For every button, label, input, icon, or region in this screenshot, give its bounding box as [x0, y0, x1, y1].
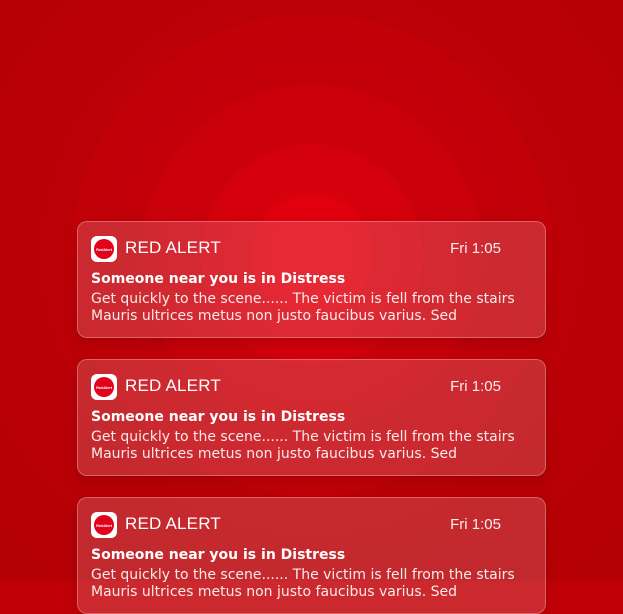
red-alert-logo-icon: RedAlert — [91, 236, 117, 262]
app-name: RED ALERT — [125, 376, 221, 395]
notification-card[interactable]: RedAlert RED ALERT Fri 1:05 Someone near… — [77, 221, 546, 338]
app-icon-text: RedAlert — [96, 246, 112, 252]
notification-time: Fri 1:05 — [450, 516, 501, 533]
notification-time: Fri 1:05 — [450, 240, 501, 257]
app-name: RED ALERT — [125, 514, 221, 533]
notification-body-line: Mauris ultrices metus non justo faucibus… — [91, 308, 457, 324]
notification-title: Someone near you is in Distress — [91, 271, 346, 287]
app-icon-text: RedAlert — [96, 522, 112, 528]
notification-body-line: Get quickly to the scene...... The victi… — [91, 291, 515, 307]
notification-card[interactable]: RedAlert RED ALERT Fri 1:05 Someone near… — [77, 359, 546, 476]
notification-body-line: Mauris ultrices metus non justo faucibus… — [91, 446, 457, 462]
notification-title: Someone near you is in Distress — [91, 547, 346, 563]
red-alert-logo-icon: RedAlert — [91, 374, 117, 400]
app-icon-text: RedAlert — [96, 384, 112, 390]
red-alert-logo-icon: RedAlert — [91, 512, 117, 538]
notification-body-line: Mauris ultrices metus non justo faucibus… — [91, 584, 457, 600]
app-name: RED ALERT — [125, 238, 221, 257]
notification-card[interactable]: RedAlert RED ALERT Fri 1:05 Someone near… — [77, 497, 546, 614]
notification-body-line: Get quickly to the scene...... The victi… — [91, 429, 515, 445]
notification-time: Fri 1:05 — [450, 378, 501, 395]
notification-title: Someone near you is in Distress — [91, 409, 346, 425]
